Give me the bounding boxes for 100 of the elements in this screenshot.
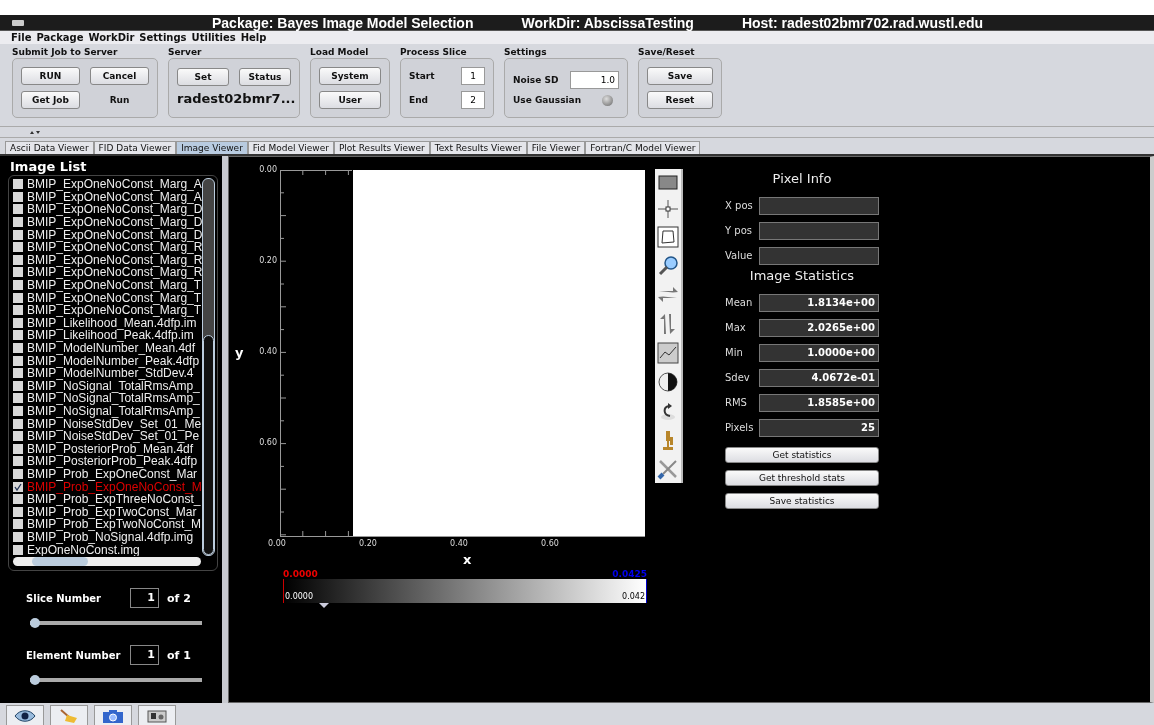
list-item[interactable]: BMIP_NoSignal_TotalRmsAmp_ bbox=[13, 404, 202, 418]
list-item[interactable]: BMIP_Prob_ExpOneNoConst_M bbox=[13, 480, 202, 493]
checkbox[interactable] bbox=[13, 481, 23, 492]
list-item[interactable]: BMIP_ModelNumber_Peak.4dfp bbox=[13, 354, 202, 367]
checkbox[interactable] bbox=[13, 406, 23, 416]
list-item[interactable]: BMIP_NoiseStdDev_Set_01_Pe bbox=[13, 429, 202, 443]
checkbox[interactable] bbox=[13, 317, 23, 328]
horizontal-scrollbar[interactable] bbox=[13, 557, 201, 566]
input-field[interactable]: 2 bbox=[461, 91, 485, 109]
list-item[interactable]: BMIP_Likelihood_Peak.4dfp.im bbox=[13, 329, 202, 342]
checkbox[interactable] bbox=[13, 229, 23, 240]
collapse-arrows-icon[interactable] bbox=[30, 129, 40, 135]
list-item[interactable]: BMIP_NoSignal_TotalRmsAmp_ bbox=[13, 392, 202, 405]
tab[interactable]: Image Viewer bbox=[176, 141, 248, 154]
list-item[interactable]: BMIP_NoSignal_TotalRmsAmp_ bbox=[13, 379, 202, 393]
checkbox[interactable] bbox=[13, 531, 23, 542]
colorbar[interactable]: 0.0000 0.042 bbox=[283, 579, 647, 603]
toolbar-button[interactable]: Get Job bbox=[21, 91, 80, 109]
checkbox[interactable] bbox=[13, 468, 23, 479]
line-chart-icon[interactable] bbox=[657, 341, 679, 364]
search-icon[interactable] bbox=[657, 255, 679, 278]
list-item[interactable]: ExpOneNoConst.img bbox=[13, 543, 202, 556]
list-item[interactable]: BMIP_ExpOneNoConst_Marg_R bbox=[13, 240, 202, 254]
checkbox[interactable] bbox=[13, 292, 23, 303]
list-item[interactable]: BMIP_ExpOneNoConst_Marg_R bbox=[13, 266, 202, 279]
checkbox[interactable] bbox=[13, 330, 23, 341]
list-item[interactable]: BMIP_ModelNumber_Mean.4df bbox=[13, 341, 202, 355]
menu-item[interactable]: WorkDir bbox=[88, 32, 135, 43]
checkbox[interactable] bbox=[13, 217, 23, 228]
checkbox[interactable] bbox=[13, 343, 23, 353]
checkbox[interactable] bbox=[13, 267, 23, 278]
crosshair-icon[interactable] bbox=[657, 199, 679, 220]
slider[interactable] bbox=[30, 618, 202, 628]
list-item[interactable]: BMIP_ExpOneNoConst_Marg_A bbox=[13, 190, 202, 204]
checkbox[interactable] bbox=[13, 431, 23, 442]
tab[interactable]: Plot Results Viewer bbox=[333, 141, 430, 154]
checkbox[interactable] bbox=[13, 380, 23, 391]
tab[interactable]: Text Results Viewer bbox=[429, 141, 527, 154]
list-item[interactable]: BMIP_Prob_ExpOneConst_Mar bbox=[13, 467, 202, 481]
slider[interactable] bbox=[30, 675, 202, 685]
toolbar-button[interactable]: Status bbox=[239, 68, 291, 86]
stats-button[interactable]: Get statistics bbox=[725, 447, 879, 463]
tab[interactable]: FID Data Viewer bbox=[93, 141, 177, 154]
stats-button[interactable]: Get threshold stats bbox=[725, 470, 879, 486]
toolbar-button[interactable]: Cancel bbox=[90, 67, 149, 85]
input-field[interactable]: 1 bbox=[130, 645, 159, 665]
radio-button[interactable] bbox=[602, 94, 613, 106]
list-item[interactable]: BMIP_ExpOneNoConst_Marg_D bbox=[13, 228, 202, 241]
checkbox[interactable] bbox=[13, 506, 23, 517]
input-field[interactable]: 1 bbox=[130, 588, 159, 608]
menu-item[interactable]: Utilities bbox=[191, 32, 236, 43]
toolbar-button[interactable]: Set bbox=[177, 68, 229, 86]
toolbar-button[interactable] bbox=[138, 705, 176, 725]
list-item[interactable]: BMIP_Likelihood_Mean.4dfp.im bbox=[13, 316, 202, 330]
list-item[interactable]: BMIP_PosteriorProb_Mean.4df bbox=[13, 442, 202, 456]
stats-button[interactable]: Save statistics bbox=[725, 493, 879, 509]
tools-icon[interactable] bbox=[657, 457, 679, 480]
list-item[interactable]: BMIP_Prob_ExpTwoNoConst_M bbox=[13, 518, 202, 531]
list-item[interactable]: BMIP_PosteriorProb_Peak.4dfp bbox=[13, 455, 202, 468]
tab[interactable]: Ascii Data Viewer bbox=[5, 141, 94, 154]
list-item[interactable]: BMIP_Prob_ExpTwoConst_Mar bbox=[13, 505, 202, 519]
toolbar-button[interactable]: Save bbox=[647, 67, 713, 85]
list-item[interactable]: BMIP_Prob_NoSignal.4dfp.img bbox=[13, 530, 202, 544]
checkbox[interactable] bbox=[13, 418, 23, 429]
checkbox[interactable] bbox=[13, 494, 23, 505]
menu-item[interactable]: Package bbox=[36, 32, 84, 43]
input-field[interactable]: 1 bbox=[461, 67, 485, 85]
list-item[interactable]: BMIP_ExpOneNoConst_Marg_R bbox=[13, 253, 202, 267]
window-menu-icon[interactable] bbox=[12, 19, 24, 26]
checkbox[interactable] bbox=[13, 443, 23, 454]
tab[interactable]: File Viewer bbox=[526, 141, 586, 154]
tab[interactable]: Fid Model Viewer bbox=[247, 141, 334, 154]
menu-item[interactable]: Help bbox=[240, 32, 267, 43]
checkbox[interactable] bbox=[13, 456, 23, 467]
contrast-icon[interactable] bbox=[657, 370, 679, 393]
list-item[interactable]: BMIP_ExpOneNoConst_Marg_T bbox=[13, 303, 202, 317]
polygon-select-icon[interactable] bbox=[657, 226, 679, 249]
list-item[interactable]: BMIP_ExpOneNoConst_Marg_T bbox=[13, 291, 202, 304]
list-item[interactable]: BMIP_ExpOneNoConst_Marg_D bbox=[13, 215, 202, 229]
list-item[interactable]: BMIP_ExpOneNoConst_Marg_D bbox=[13, 203, 202, 216]
toolbar-button[interactable]: RUN bbox=[21, 67, 80, 85]
checkbox[interactable] bbox=[13, 179, 23, 190]
checkbox[interactable] bbox=[13, 544, 23, 555]
toolbar-button[interactable]: System bbox=[319, 67, 381, 85]
checkbox[interactable] bbox=[13, 355, 23, 366]
checkbox[interactable] bbox=[13, 204, 23, 215]
tab[interactable]: Fortran/C Model Viewer bbox=[585, 141, 701, 154]
list-item[interactable]: BMIP_NoiseStdDev_Set_01_Me bbox=[13, 417, 202, 430]
checkbox[interactable] bbox=[13, 191, 23, 202]
list-item[interactable]: BMIP_ExpOneNoConst_Marg_T bbox=[13, 278, 202, 292]
menu-item[interactable]: Settings bbox=[139, 32, 187, 43]
input-field[interactable]: 1.0 bbox=[570, 70, 619, 89]
checkbox[interactable] bbox=[13, 368, 23, 379]
toolbar-button[interactable]: User bbox=[319, 91, 381, 109]
checkbox[interactable] bbox=[13, 242, 23, 253]
toolbar-button[interactable] bbox=[6, 705, 44, 725]
list-item[interactable]: BMIP_ModelNumber_StdDev.4 bbox=[13, 366, 202, 380]
list-item[interactable]: BMIP_ExpOneNoConst_Marg_A bbox=[13, 178, 202, 191]
checkbox[interactable] bbox=[13, 393, 23, 404]
toolbar-button[interactable]: Reset bbox=[647, 91, 713, 109]
